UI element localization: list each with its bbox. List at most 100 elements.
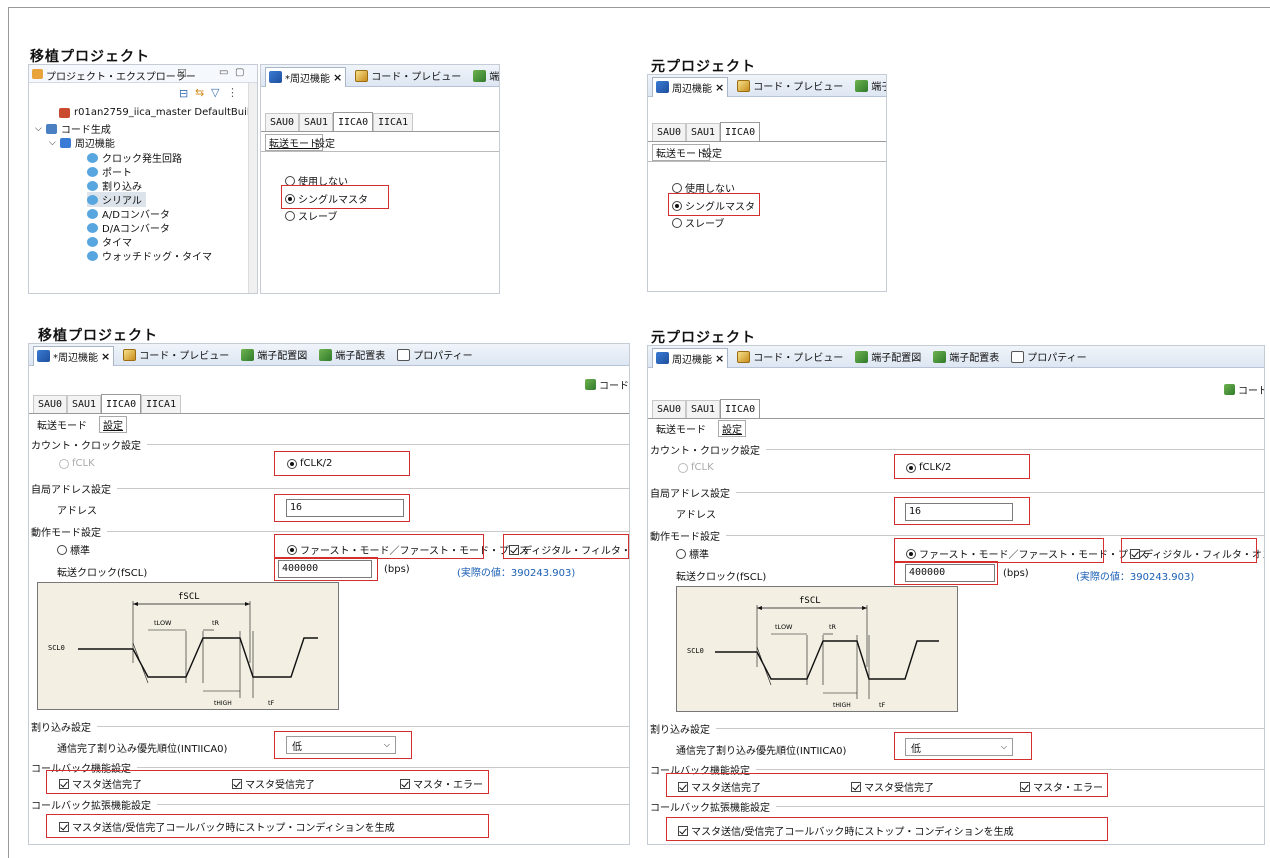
expand-icon[interactable]: ⌵ [49, 138, 56, 148]
collapse-all-icon[interactable]: ⊟ [179, 87, 188, 100]
tree-item-label: ポート [102, 168, 132, 179]
close-icon[interactable]: × [715, 352, 724, 365]
maximize-icon[interactable]: ▢ [235, 67, 244, 78]
group-operation-mode-label: 動作モード設定 [650, 532, 720, 543]
minimize-icon[interactable]: ▭ [219, 67, 228, 78]
tab-settings[interactable]: 設定 [718, 420, 746, 437]
radio-slave[interactable]: スレーブ [285, 208, 337, 223]
tree-project[interactable]: r01an2759_iica_master DefaultBuil [59, 107, 250, 118]
property-icon [397, 348, 411, 361]
tab-iica1[interactable]: IICA1 [373, 113, 414, 131]
explorer-scrollbar[interactable] [248, 83, 257, 293]
tab-pin-diagram[interactable]: 端子配置図 [852, 347, 924, 366]
highlight-box [1121, 538, 1257, 563]
tab-iica0[interactable]: IICA0 [720, 122, 761, 141]
tree-item[interactable]: ポート [87, 164, 132, 179]
code-gen-button[interactable]: コードを [1224, 382, 1264, 397]
tab-code-preview-label: コード・プレビュー [753, 353, 844, 364]
tab-sau0[interactable]: SAU0 [265, 113, 300, 131]
tab-code-preview[interactable]: コード・プレビュー [734, 347, 846, 366]
editor-tabbar: *周辺機能 × コード・プレビュー 端子配置図 端子配置表 プロパティー [29, 344, 629, 366]
radio-fclk-label: fCLK [691, 462, 714, 473]
close-icon[interactable]: × [333, 71, 342, 84]
tab-property[interactable]: プロパティー [394, 345, 475, 364]
tab-sau0[interactable]: SAU0 [33, 395, 68, 413]
radio-icon [676, 548, 686, 559]
tab-sau1[interactable]: SAU1 [67, 395, 102, 413]
explorer-close-icon[interactable]: ☒ [177, 67, 187, 80]
timing-diagram: fSCL tLOW tR SCL0 tHIGH tF [676, 586, 958, 712]
tab-iica1[interactable]: IICA1 [141, 395, 182, 413]
tab-transfer-mode[interactable]: 転送モード [652, 420, 710, 437]
tf-label: tF [879, 701, 886, 709]
highlight-box [274, 451, 410, 476]
tab-settings[interactable]: 設定 [311, 134, 339, 151]
filter-icon[interactable]: ▽ [211, 86, 219, 99]
tab-peripheral[interactable]: 周辺機能 × [652, 76, 729, 97]
tab-sau0[interactable]: SAU0 [652, 123, 687, 141]
tab-code-preview[interactable]: コード・プレビュー [734, 76, 846, 95]
tab-peripheral-label: *周辺機能 [285, 73, 330, 85]
tab-iica0[interactable]: IICA0 [720, 399, 761, 418]
editor-tabbar: 周辺機能 × コード・プレビュー 端子配置図 端子配置表 プロパティー [648, 346, 1264, 368]
highlight-box [503, 534, 629, 559]
expand-icon[interactable]: ⌵ [35, 124, 42, 134]
radio-fclk[interactable]: fCLK [678, 462, 714, 473]
code-gen-button[interactable]: コードを [585, 377, 629, 392]
radio-slave[interactable]: スレーブ [672, 215, 724, 230]
tree-item[interactable]: D/Aコンバータ [87, 220, 170, 235]
tab-pin-table[interactable]: 端子配置表 [316, 345, 388, 364]
tab-sau1[interactable]: SAU1 [299, 113, 334, 131]
group-callback-ext: コールバック拡張機能設定 [650, 799, 1264, 814]
tab-property[interactable]: プロパティー [1008, 347, 1089, 366]
close-icon[interactable]: × [715, 81, 724, 94]
link-editor-icon[interactable]: ⇆ [195, 86, 204, 99]
tab-settings[interactable]: 設定 [99, 416, 127, 433]
pin-config-icon [473, 69, 487, 82]
tab-code-preview[interactable]: コード・プレビュー [352, 66, 464, 85]
tree-item-icon [87, 236, 98, 247]
tree-item[interactable]: タイマ [87, 234, 132, 249]
tab-pin-config[interactable]: 端子配 [470, 66, 500, 85]
timing-diagram-svg: fSCL tLOW tR SCL0 tHIGH tF [687, 596, 939, 709]
tab-sau0[interactable]: SAU0 [652, 400, 687, 418]
tab-iica0[interactable]: IICA0 [101, 394, 142, 413]
tree-item-label: タイマ [102, 238, 132, 249]
radio-standard[interactable]: 標準 [676, 546, 709, 561]
tab-settings[interactable]: 設定 [698, 144, 726, 161]
tab-transfer-mode[interactable]: 転送モード [33, 416, 91, 433]
close-icon[interactable]: × [101, 350, 110, 363]
tab-peripheral[interactable]: *周辺機能 × [33, 345, 115, 366]
tree-item[interactable]: A/Dコンバータ [87, 206, 170, 221]
tab-peripheral[interactable]: *周辺機能 × [265, 66, 347, 87]
view-menu-icon[interactable]: ⋮ [227, 86, 238, 99]
tab-peripheral-label: 周辺機能 [672, 354, 712, 366]
tree-item[interactable]: 割り込み [87, 178, 142, 193]
tab-peripheral[interactable]: 周辺機能 × [652, 347, 729, 368]
tab-code-preview[interactable]: コード・プレビュー [120, 345, 232, 364]
tab-sau1[interactable]: SAU1 [686, 400, 721, 418]
tree-item-selected[interactable]: シリアル [87, 192, 146, 207]
tab-code-preview-label: コード・プレビュー [139, 351, 230, 362]
highlight-box [46, 814, 489, 838]
tab-pin-config[interactable]: 端子配置 [852, 76, 886, 95]
tree-item[interactable]: ウォッチドッグ・タイマ [87, 248, 212, 263]
radio-fclk[interactable]: fCLK [59, 458, 95, 469]
divider [29, 413, 629, 414]
group-count-clock: カウント・クロック設定 [31, 437, 629, 452]
heading-top-left: 移植プロジェクト [30, 49, 150, 65]
tlow-label: tLOW [775, 623, 793, 631]
tab-pin-config-label: 端子配 [489, 72, 500, 83]
radio-standard[interactable]: 標準 [57, 542, 90, 557]
peripheral-icon [656, 352, 669, 364]
tree-item-icon [87, 250, 98, 261]
tree-code-gen[interactable]: ⌵ コード生成 [35, 121, 111, 136]
tab-iica0[interactable]: IICA0 [333, 112, 374, 131]
tree-item[interactable]: クロック発生回路 [87, 150, 182, 165]
tab-sau1[interactable]: SAU1 [686, 123, 721, 141]
tab-pin-table[interactable]: 端子配置表 [930, 347, 1002, 366]
radio-icon [285, 175, 295, 186]
editor-bottom-left: *周辺機能 × コード・プレビュー 端子配置図 端子配置表 プロパティー コード… [28, 343, 630, 845]
tree-peripheral[interactable]: ⌵ 周辺機能 [49, 135, 115, 150]
tab-pin-diagram[interactable]: 端子配置図 [238, 345, 310, 364]
